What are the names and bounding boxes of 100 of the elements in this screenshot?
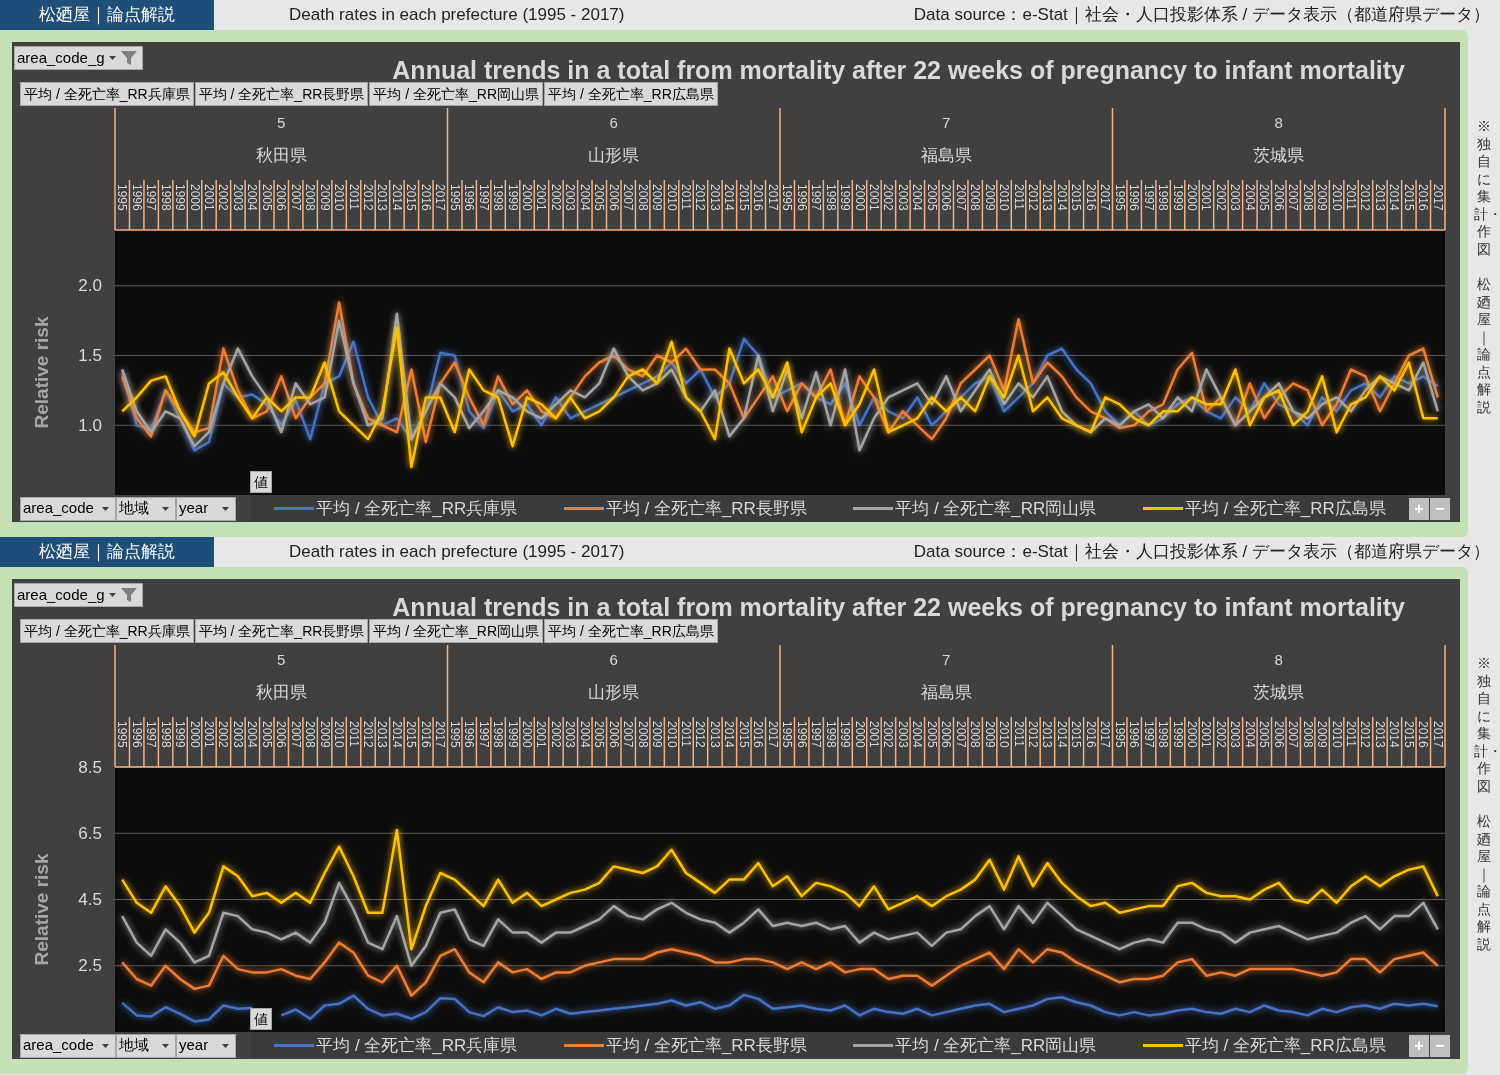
year-label: 2011 <box>679 721 694 747</box>
year-label: 1999 <box>1170 721 1185 748</box>
filter-icon <box>119 49 138 67</box>
year-label: 2006 <box>939 721 954 748</box>
group-name: 秋田県 <box>255 683 307 702</box>
year-label: 2015 <box>736 184 751 211</box>
year-label: 1997 <box>809 184 824 211</box>
year-label: 2002 <box>881 721 896 748</box>
value-field-button[interactable]: 平均 / 全死亡率_RR広島県 <box>544 619 718 643</box>
legend-label: 平均 / 全死亡率_RR岡山県 <box>895 497 1097 520</box>
year-label: 2013 <box>1040 721 1055 748</box>
year-label: 1997 <box>809 721 824 748</box>
data-source: Data source：e-Stat｜社会・人口投影体系 / データ表示（都道府県データ） <box>913 4 1490 27</box>
axis-field-dropdown[interactable]: area_code <box>20 1033 116 1058</box>
filter-icon <box>119 586 138 604</box>
year-label: 1996 <box>129 184 144 211</box>
legend-label: 平均 / 全死亡率_RR長野県 <box>605 497 807 520</box>
filter-button[interactable]: area_code_g <box>14 583 143 607</box>
year-label: 2012 <box>1358 184 1373 211</box>
year-label: 2007 <box>953 721 968 748</box>
axis-field-dropdown[interactable]: 地域 <box>116 496 176 521</box>
group-code: 5 <box>277 651 286 668</box>
year-label: 2002 <box>548 184 563 211</box>
values-button[interactable]: 値 <box>250 471 272 493</box>
year-label: 2017 <box>433 184 448 211</box>
group-code: 5 <box>277 114 286 131</box>
value-field-button[interactable]: 平均 / 全死亡率_RR岡山県 <box>369 619 544 643</box>
year-label: 2008 <box>303 184 318 211</box>
year-label: 2007 <box>288 184 303 211</box>
year-label: 2008 <box>968 721 983 748</box>
year-label: 2011 <box>346 184 361 210</box>
year-label: 2016 <box>1083 721 1098 748</box>
year-label: 2009 <box>1315 721 1330 748</box>
year-label: 2014 <box>1387 721 1402 748</box>
year-label: 2008 <box>968 184 983 211</box>
year-label: 2010 <box>1329 184 1344 211</box>
y-tick-label: 1.5 <box>78 346 102 366</box>
axis-field-dropdown[interactable]: year <box>176 1033 236 1058</box>
year-label: 2013 <box>1372 184 1387 211</box>
year-label: 2015 <box>404 184 419 211</box>
year-label: 2017 <box>1098 721 1113 748</box>
year-label: 1995 <box>780 184 795 211</box>
value-field-button[interactable]: 平均 / 全死亡率_RR兵庫県 <box>20 82 194 106</box>
legend-label: 平均 / 全死亡率_RR広島県 <box>1184 497 1386 520</box>
axis-field-dropdown[interactable]: year <box>176 496 236 521</box>
year-label: 2001 <box>534 721 549 748</box>
group-code: 8 <box>1274 651 1283 668</box>
value-field-button[interactable]: 平均 / 全死亡率_RR兵庫県 <box>20 619 194 643</box>
year-label: 2005 <box>1257 184 1272 211</box>
year-label: 2001 <box>534 184 549 211</box>
year-label: 2004 <box>577 184 592 211</box>
value-field-button[interactable]: 平均 / 全死亡率_RR長野県 <box>194 619 369 643</box>
y-tick-label: 4.5 <box>78 890 102 909</box>
year-label: 2016 <box>1416 721 1431 748</box>
year-label: 1999 <box>173 184 188 211</box>
year-label: 2015 <box>736 721 751 748</box>
axis-field-dropdown[interactable]: area_code <box>20 496 116 521</box>
year-label: 1999 <box>1170 184 1185 211</box>
year-label: 1998 <box>158 184 173 211</box>
year-label: 2014 <box>1054 184 1069 211</box>
group-name: 福島県 <box>920 683 972 702</box>
year-label: 2002 <box>881 184 896 211</box>
group-code: 7 <box>942 114 951 131</box>
year-label: 2000 <box>187 184 202 211</box>
year-label: 2017 <box>765 721 780 748</box>
year-label: 2005 <box>592 721 607 748</box>
year-label: 2009 <box>650 721 665 748</box>
year-label: 2010 <box>664 184 679 211</box>
year-label: 2014 <box>1387 184 1402 211</box>
value-field-button[interactable]: 平均 / 全死亡率_RR広島県 <box>544 82 718 106</box>
year-label: 2004 <box>577 721 592 748</box>
year-label: 2003 <box>1228 184 1243 211</box>
legend-label: 平均 / 全死亡率_RR岡山県 <box>895 1034 1097 1057</box>
year-label: 1998 <box>1156 721 1171 748</box>
year-label: 2005 <box>924 184 939 211</box>
group-name: 山形県 <box>588 683 640 702</box>
value-field-button[interactable]: 平均 / 全死亡率_RR長野県 <box>194 82 369 106</box>
year-label: 2013 <box>1040 184 1055 211</box>
year-label: 2002 <box>216 721 231 748</box>
values-button[interactable]: 値 <box>250 1008 272 1030</box>
year-label: 2005 <box>1257 721 1272 748</box>
year-label: 2011 <box>679 184 694 210</box>
group-name: 秋田県 <box>255 146 307 165</box>
year-label: 2006 <box>274 721 289 748</box>
year-label: 2013 <box>375 184 390 211</box>
year-label: 1995 <box>1112 721 1127 748</box>
legend-label: 平均 / 全死亡率_RR兵庫県 <box>316 497 518 520</box>
value-field-button[interactable]: 平均 / 全死亡率_RR岡山県 <box>369 82 544 106</box>
year-label: 2010 <box>1329 721 1344 748</box>
filter-button[interactable]: area_code_g <box>14 46 143 70</box>
year-label: 2004 <box>245 721 260 748</box>
axis-field-dropdown[interactable]: 地域 <box>116 1033 176 1058</box>
year-label: 2001 <box>866 184 881 211</box>
year-label: 2003 <box>563 184 578 211</box>
year-label: 2001 <box>201 721 216 748</box>
year-label: 2000 <box>520 721 534 748</box>
y-tick-label: 2.5 <box>78 956 102 976</box>
caret-icon <box>108 593 116 597</box>
year-label: 2000 <box>1185 184 1199 211</box>
group-name: 茨城県 <box>1253 683 1305 702</box>
